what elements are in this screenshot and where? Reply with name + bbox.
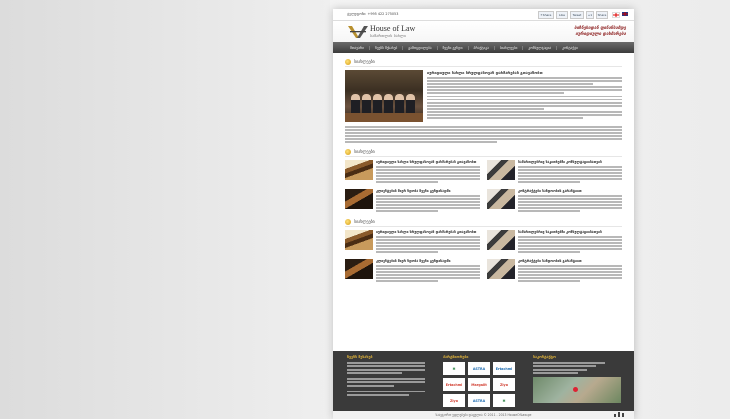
news-body: კონტრაქტები სანდოობის გარანტიით: [518, 189, 622, 213]
news-headline[interactable]: კლიენტების მიერ ნდობა ჩვენი გუნდისადმი: [376, 189, 480, 193]
footer-map[interactable]: [533, 376, 621, 403]
lead-article[interactable]: იურიდიული სახლი სრულფასოვან დახმარებას გ…: [345, 70, 622, 122]
news-item[interactable]: კონტრაქტები სანდოობის გარანტიით: [487, 189, 622, 213]
main-content: სიახლეები იურიდიული სახლი სრულფასოვან და…: [333, 53, 634, 284]
website-page: ტელეფონი: +995 422 275053 f Share Like T…: [333, 9, 634, 419]
news-headline[interactable]: სამართლებრივ საკითხებში კონსულტაციისათვი…: [518, 160, 622, 164]
news-body: სამართლებრივ საკითხებში კონსულტაციისათვი…: [518, 230, 622, 254]
partner-logo[interactable]: H: [443, 362, 465, 375]
lead-article-text: იურიდიული სახლი სრულფასოვან დახმარებას გ…: [427, 70, 622, 122]
news-item[interactable]: კონტრაქტები სანდოობის გარანტიით: [487, 259, 622, 283]
copyright-text: საავტორო უფლებები დაცულია © 2011 - 2013 …: [435, 413, 532, 417]
section-title-2: სიახლეები: [345, 147, 622, 158]
news-thumbnail[interactable]: [345, 259, 373, 280]
news-body: იურიდიული სახლი სრულფასოვან დახმარებას გ…: [376, 230, 480, 254]
footer-partners: პარტნიორები H ASTRA Ertachmi Ertachmi Margal…: [443, 355, 515, 407]
lead-article-continuation: [345, 126, 622, 144]
news-item[interactable]: კლიენტების მიერ ნდობა ჩვენი გუნდისადმი: [345, 259, 480, 283]
section-title: სიახლეები: [345, 57, 622, 67]
news-item[interactable]: სამართლებრივ საკითხებში კონსულტაციისათვი…: [487, 160, 622, 184]
section-bullet-icon: [345, 148, 351, 155]
phone-number: ტელეფონი: +995 422 275053: [347, 12, 399, 16]
news-body: კლიენტების მიერ ნდობა ჩვენი გუნდისადმი: [376, 189, 480, 213]
background-shade: [0, 0, 330, 419]
nav-item-team[interactable]: ჩვენი გუნდი: [438, 45, 469, 50]
news-grid-2: იურიდიული სახლი სრულფასოვან დახმარებას გ…: [345, 230, 622, 283]
news-grid: იურიდიული სახლი სრულფასოვან დახმარებას გ…: [345, 160, 622, 213]
footer-contact: საკონტაქტო: [533, 355, 623, 403]
section-bullet-icon: [345, 218, 351, 225]
footer-about: ჩვენს შესახებ: [347, 355, 425, 397]
news-headline[interactable]: კონტრაქტები სანდოობის გარანტიით: [518, 189, 622, 193]
footer-about-title: ჩვენს შესახებ: [347, 355, 373, 359]
scales-logo-icon[interactable]: [347, 24, 369, 40]
nav-item-news[interactable]: სიახლეები: [495, 45, 524, 50]
share-button[interactable]: Share: [596, 11, 608, 19]
news-headline[interactable]: იურიდიული სახლი სრულფასოვან დახმარებას გ…: [376, 160, 480, 164]
partner-logo[interactable]: Ertachmi: [493, 362, 515, 375]
partner-logo[interactable]: ASTRA: [468, 362, 490, 375]
news-headline[interactable]: სამართლებრივ საკითხებში კონსულტაციისათვი…: [518, 230, 622, 234]
nav-item-consultation[interactable]: კონსულტაცია: [523, 45, 558, 50]
partner-logo[interactable]: H: [493, 394, 515, 407]
header-slogan: ბიზნესიდან ფინანსამდე იურიდიული დახმარებ…: [574, 25, 626, 37]
news-thumbnail[interactable]: [487, 230, 515, 251]
news-headline[interactable]: კონტრაქტები სანდოობის გარანტიით: [518, 259, 622, 263]
like-button[interactable]: Like: [556, 11, 568, 19]
uk-flag-icon[interactable]: [622, 12, 628, 16]
map-pin-icon: [573, 386, 578, 392]
news-body: იურიდიული სახლი სრულფასოვან დახმარებას გ…: [376, 160, 480, 184]
logo-subtitle: სამართლის სახლი: [370, 34, 407, 38]
news-headline[interactable]: იურიდიული სახლი სრულფასოვან დახმარებას გ…: [376, 230, 480, 234]
nav-item-practice[interactable]: პრაქტიკა: [469, 45, 495, 50]
georgia-flag-icon[interactable]: [612, 12, 620, 18]
section-bullet-icon: [345, 58, 351, 65]
news-thumbnail[interactable]: [345, 230, 373, 251]
news-thumbnail[interactable]: [487, 160, 515, 181]
section-title-text: სიახლეები: [354, 149, 375, 155]
tweet-button[interactable]: Tweet: [570, 11, 584, 19]
language-switcher: [612, 12, 628, 18]
partner-logo[interactable]: Ertachmi: [443, 378, 465, 391]
social-buttons: f Share Like Tweet +1 Share: [538, 11, 608, 19]
news-thumbnail[interactable]: [487, 189, 515, 210]
news-body: სამართლებრივ საკითხებში კონსულტაციისათვი…: [518, 160, 622, 184]
news-thumbnail[interactable]: [487, 259, 515, 280]
news-body: კლიენტების მიერ ნდობა ჩვენი გუნდისადმი: [376, 259, 480, 283]
partner-logo[interactable]: Ziyo: [493, 378, 515, 391]
section-title-text: სიახლეები: [354, 219, 375, 225]
logo-title[interactable]: House of Law: [370, 24, 415, 33]
news-item[interactable]: სამართლებრივ საკითხებში კონსულტაციისათვი…: [487, 230, 622, 254]
partner-logo[interactable]: Ziyo: [443, 394, 465, 407]
plus-one-button[interactable]: +1: [586, 11, 594, 19]
news-item[interactable]: იურიდიული სახლი სრულფასოვან დახმარებას გ…: [345, 230, 480, 254]
top-bar: ტელეფონი: +995 422 275053 f Share Like T…: [333, 9, 634, 21]
news-thumbnail[interactable]: [345, 160, 373, 181]
facebook-share-button[interactable]: f Share: [538, 11, 554, 19]
nav-item-contact[interactable]: კონტაქტი: [557, 46, 583, 50]
news-item[interactable]: იურიდიული სახლი სრულფასოვან დახმარებას გ…: [345, 160, 480, 184]
partner-logo[interactable]: ASTRA: [468, 394, 490, 407]
section-title-text: სიახლეები: [354, 59, 375, 64]
news-body: კონტრაქტები სანდოობის გარანტიით: [518, 259, 622, 283]
lead-headline[interactable]: იურიდიული სახლი სრულფასოვან დახმარებას გ…: [427, 70, 622, 75]
footer-contact-title: საკონტაქტო: [533, 355, 556, 359]
news-headline[interactable]: კლიენტების მიერ ნდობა ჩვენი გუნდისადმი: [376, 259, 480, 263]
nav-item-experience[interactable]: გამოცდილება: [403, 45, 438, 50]
nav-item-home[interactable]: მთავარი: [345, 45, 371, 50]
nav-item-about[interactable]: ჩვენს შესახებ: [370, 45, 404, 50]
footer-partners-title: პარტნიორები: [443, 355, 469, 359]
section-title-3: სიახლეები: [345, 217, 622, 228]
news-item[interactable]: კლიენტების მიერ ნდობა ჩვენი გუნდისადმი: [345, 189, 480, 213]
site-footer: ჩვენს შესახებ პარტნიორები H ASTRA Ertachmi…: [333, 351, 634, 411]
slogan-line-2: იურიდიული დახმარება: [575, 31, 627, 36]
partner-logo[interactable]: Margalit: [468, 378, 490, 391]
visit-counter-icon[interactable]: [614, 412, 624, 417]
team-photo[interactable]: [345, 70, 423, 122]
copyright-bar: საავტორო უფლებები დაცულია © 2011 - 2013 …: [333, 411, 634, 419]
main-navigation: მთავარი ჩვენს შესახებ გამოცდილება ჩვენი …: [333, 42, 634, 53]
partner-logos: H ASTRA Ertachmi Ertachmi Margalit Ziyo Ziyo AS…: [443, 362, 515, 407]
site-header: House of Law სამართლის სახლი ბიზნესიდან …: [333, 21, 634, 42]
news-thumbnail[interactable]: [345, 189, 373, 210]
